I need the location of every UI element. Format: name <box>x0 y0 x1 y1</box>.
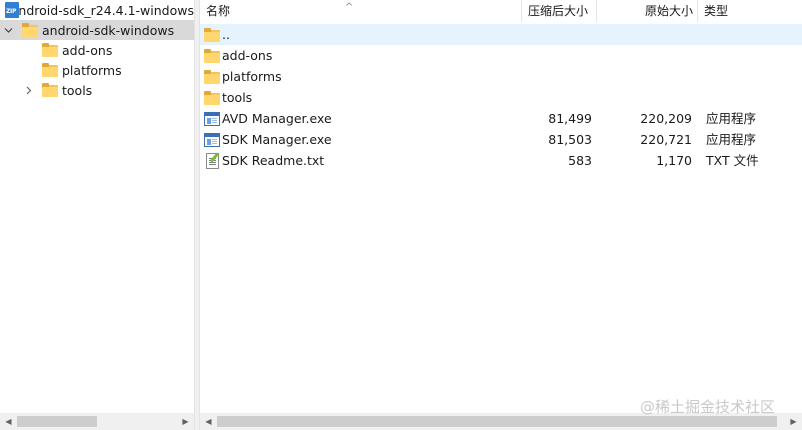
scroll-left-icon[interactable]: ◀ <box>200 413 217 430</box>
original-size: 1,170 <box>656 153 692 168</box>
exe-icon <box>204 132 220 148</box>
file-name: SDK Readme.txt <box>222 153 325 168</box>
tree-item-label: add-ons <box>62 42 113 58</box>
column-header-label: 名称 <box>206 4 231 18</box>
file-row[interactable]: platforms <box>200 66 802 87</box>
tree-item-label: tools <box>62 82 93 98</box>
exe-icon <box>204 111 220 127</box>
file-name-cell: .. <box>204 24 522 45</box>
folder-icon <box>42 43 58 57</box>
folder-icon <box>204 90 220 106</box>
column-header-label: 类型 <box>704 4 729 18</box>
file-row[interactable]: SDK Readme.txt 583 1,170 TXT 文件 <box>200 150 802 171</box>
tree-item-add-ons[interactable]: add-ons <box>0 40 194 60</box>
tree-item-android-sdk-windows[interactable]: android-sdk-windows <box>0 20 194 40</box>
folder-icon <box>42 63 58 77</box>
scrollbar-thumb[interactable] <box>217 416 777 427</box>
scrollbar-thumb[interactable] <box>17 416 97 427</box>
original-size: 220,209 <box>640 111 692 126</box>
folder-icon <box>22 23 38 37</box>
file-name-cell: SDK Readme.txt <box>204 150 522 171</box>
folder-tree: ZIP android-sdk_r24.4.1-windows android-… <box>0 0 194 430</box>
column-header-label: 压缩后大小 <box>528 4 589 18</box>
zip-archive-icon: ZIP <box>4 2 19 18</box>
folder-icon <box>204 48 220 64</box>
scroll-right-icon[interactable]: ▶ <box>177 413 194 430</box>
folder-icon <box>204 69 220 85</box>
file-name: SDK Manager.exe <box>222 132 332 147</box>
chevron-down-icon[interactable] <box>2 20 14 40</box>
compressed-size: 81,503 <box>548 132 592 147</box>
file-row-parent[interactable]: .. <box>200 24 802 45</box>
tree-horizontal-scrollbar[interactable]: ◀ ▶ <box>0 413 194 430</box>
folder-icon <box>42 83 58 97</box>
file-name-cell: platforms <box>204 66 522 87</box>
column-header-label: 原始大小 <box>644 4 693 18</box>
watermark: @稀土掘金技术社区 <box>640 398 776 416</box>
file-name-cell: add-ons <box>204 45 522 66</box>
compressed-size: 81,499 <box>548 111 592 126</box>
file-type: 应用程序 <box>706 111 757 126</box>
column-header-name[interactable]: 名称 ^ <box>200 0 522 22</box>
scroll-right-icon[interactable]: ▶ <box>785 413 802 430</box>
file-row[interactable]: AVD Manager.exe 81,499 220,209 应用程序 <box>200 108 802 129</box>
file-type: TXT 文件 <box>706 153 759 168</box>
file-name-cell: AVD Manager.exe <box>204 108 522 129</box>
scroll-left-icon[interactable]: ◀ <box>0 413 17 430</box>
file-row[interactable]: tools <box>200 87 802 108</box>
tree-item-label: android-sdk_r24.4.1-windows <box>10 2 194 18</box>
file-list: 名称 ^ 压缩后大小 原始大小 类型 .. add-ons platforms … <box>200 0 802 430</box>
compressed-size: 583 <box>568 153 592 168</box>
column-header-original[interactable]: 原始大小 <box>597 0 698 22</box>
folder-icon <box>204 27 220 43</box>
tree-item-tools[interactable]: tools <box>0 80 194 100</box>
file-name: AVD Manager.exe <box>222 111 332 126</box>
text-file-icon <box>204 151 220 169</box>
file-type: 应用程序 <box>706 132 757 147</box>
file-name: .. <box>222 27 230 42</box>
file-row[interactable]: SDK Manager.exe 81,503 220,721 应用程序 <box>200 129 802 150</box>
sort-ascending-icon: ^ <box>345 2 354 13</box>
file-name-cell: tools <box>204 87 522 108</box>
original-size: 220,721 <box>640 132 692 147</box>
tree-item-label: android-sdk-windows <box>42 22 175 38</box>
tree-item-platforms[interactable]: platforms <box>0 60 194 80</box>
file-name: tools <box>222 90 253 105</box>
tree-item-root[interactable]: ZIP android-sdk_r24.4.1-windows <box>0 0 194 20</box>
tree-item-label: platforms <box>62 62 122 78</box>
column-header-type[interactable]: 类型 <box>698 0 802 22</box>
file-name: platforms <box>222 69 282 84</box>
chevron-right-icon[interactable] <box>22 80 34 100</box>
file-name: add-ons <box>222 48 273 63</box>
list-header: 名称 ^ 压缩后大小 原始大小 类型 <box>200 0 802 22</box>
column-header-compressed[interactable]: 压缩后大小 <box>522 0 597 22</box>
file-row[interactable]: add-ons <box>200 45 802 66</box>
file-name-cell: SDK Manager.exe <box>204 129 522 150</box>
